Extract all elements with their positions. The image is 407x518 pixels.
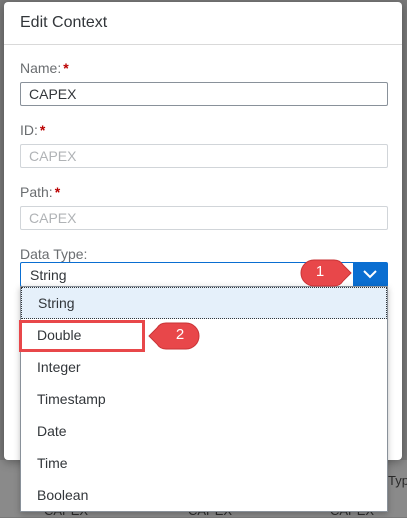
dialog-header: Edit Context [4,2,402,45]
option-string[interactable]: String [21,287,387,319]
option-integer[interactable]: Integer [21,351,387,383]
callout-number: 2 [175,326,185,343]
option-timestamp[interactable]: Timestamp [21,383,387,415]
required-marker: * [54,184,61,200]
name-field-group: Name: * CAPEX [20,60,388,106]
chevron-down-icon [363,270,377,279]
annotation-highlight-box [19,320,145,352]
data-type-value: String [30,266,67,283]
dialog-title: Edit Context [20,14,108,31]
required-marker: * [39,122,46,138]
id-field-group: ID: * CAPEX [20,122,388,168]
option-date[interactable]: Date [21,415,387,447]
option-time[interactable]: Time [21,447,387,479]
annotation-callout-2: 2 [148,322,200,350]
path-field-group: Path: * CAPEX [20,184,388,230]
annotation-callout-1: 1 [300,259,352,287]
id-label: ID: * [20,122,46,138]
option-boolean[interactable]: Boolean [21,479,387,511]
name-label: Name: * [20,60,69,76]
path-input: CAPEX [20,206,388,230]
name-input[interactable]: CAPEX [20,82,388,106]
path-label: Path: * [20,184,61,200]
dropdown-toggle-button[interactable] [353,263,387,286]
id-input: CAPEX [20,144,388,168]
background-column-header: Typ [388,473,407,488]
context-form: Name: * CAPEX ID: * CAPEX Path: * CAPEX Dat… [20,60,388,264]
required-marker: * [63,60,69,76]
callout-number: 1 [315,263,325,280]
